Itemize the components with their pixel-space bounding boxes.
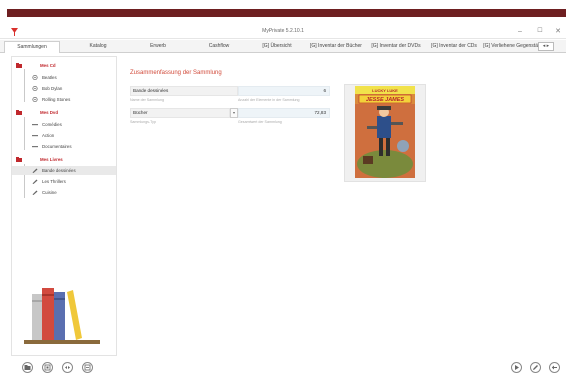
bottom-toolbar [0, 360, 566, 376]
item-count-caption: Anzahl der Elemente in der Sammlung [238, 98, 300, 102]
cd-icon [32, 86, 38, 91]
tree-group-mes-livres[interactable]: Mes Livres [12, 155, 116, 164]
tree-item-bob-dylan[interactable]: Bob Dylan [12, 84, 116, 93]
edit-button[interactable] [530, 362, 541, 373]
tab-uebersicht[interactable]: [G] Übersicht [252, 41, 302, 53]
book-icon [32, 190, 38, 195]
tree-item-label: Documentaires [42, 144, 72, 149]
tree-item-bande-dessinees[interactable]: Bande dessinées [12, 166, 116, 175]
tab-inventar-dvds[interactable]: [G] Inventar der DVDs [368, 41, 424, 53]
item-count-field: 6 [238, 86, 330, 96]
folder-icon [16, 110, 22, 115]
tree-item-comedies[interactable]: Comédies [12, 120, 116, 129]
collection-name-caption: Name der Sammlung [130, 98, 164, 102]
tree-group-label: Mes Cd [40, 63, 56, 68]
tab-bar: Sammlungen Katalog Erwerb Cashflow [G] Ü… [0, 40, 566, 53]
dvd-icon [32, 124, 38, 126]
cover-series-text: LUCKY LUKE [372, 88, 398, 93]
new-collection-button[interactable] [22, 362, 33, 373]
cd-icon [32, 75, 38, 80]
tree-item-cuisine[interactable]: Cuisine [12, 188, 116, 197]
tree-item-label: Rolling Stones [42, 97, 71, 102]
tree-item-label: Bande dessinées [42, 168, 76, 173]
tree-item-label: Les Thrillers [42, 179, 66, 184]
minimize-button[interactable]: – [513, 26, 527, 37]
tree-item-action[interactable]: Action [12, 131, 116, 140]
dvd-icon [32, 146, 38, 148]
title-bar: MyPrivate 5.2.10.1 – ☐ ✕ [0, 24, 566, 39]
tree-item-label: Bob Dylan [42, 86, 63, 91]
tree-group-label: Mes Livres [40, 157, 63, 162]
total-value-caption: Gesamtwert der Sammlung [238, 120, 282, 124]
tab-verliehene-gegenstaende[interactable]: [G] Verliehene Gegenstän [482, 41, 542, 53]
collection-type-caption: Sammlungs-Typ [130, 120, 156, 124]
tree-group-mes-dvd[interactable]: Mes Dvd [12, 108, 116, 117]
tree-group-label: Mes Dvd [40, 110, 59, 115]
close-button[interactable]: ✕ [551, 26, 565, 37]
tree-item-documentaires[interactable]: Documentaires [12, 142, 116, 151]
collection-cover-image: LUCKY LUKE JESSE JAMES [355, 86, 415, 178]
folder-icon [16, 157, 22, 162]
collection-name-field[interactable]: Bande dessinées [130, 86, 238, 96]
cd-icon [32, 97, 38, 102]
summary-title: Zusammenfassung der Sammlung [130, 70, 222, 76]
cover-title-text: JESSE JAMES [366, 97, 405, 103]
tab-scroll-arrows[interactable]: ◂ ▸ [538, 42, 554, 51]
back-button[interactable] [549, 362, 560, 373]
tab-katalog[interactable]: Katalog [74, 41, 122, 53]
tab-inventar-cds[interactable]: [G] Inventar der CDs [428, 41, 480, 53]
book-icon [32, 179, 38, 184]
tree-item-label: Beatles [42, 75, 57, 80]
total-value-field: 72,83 [238, 108, 330, 118]
tree-group-mes-cd[interactable]: Mes Cd [12, 61, 116, 70]
pencil-icon [533, 365, 538, 370]
catalog-button[interactable] [42, 362, 53, 373]
collection-summary-panel: Zusammenfassung der Sammlung Bande dessi… [118, 56, 558, 356]
dvd-icon [32, 135, 38, 137]
play-icon [515, 365, 519, 370]
tree-item-rolling-stones[interactable]: Rolling Stones [12, 95, 116, 104]
arrow-left-icon [551, 365, 557, 370]
book-icon [32, 168, 38, 173]
tree-item-label: Action [42, 133, 55, 138]
play-button[interactable] [511, 362, 522, 373]
catalog-icon [44, 364, 51, 371]
tab-inventar-buecher[interactable]: [G] Inventar der Bücher [306, 41, 366, 53]
chevron-down-icon[interactable]: ▾ [230, 108, 238, 118]
folder-icon [24, 365, 31, 370]
window-title: MyPrivate 5.2.10.1 [262, 28, 304, 34]
banner-strip [0, 9, 566, 17]
bookshelf-illustration [24, 288, 100, 344]
export-button[interactable] [82, 362, 93, 373]
link-button[interactable] [62, 362, 73, 373]
folder-icon [16, 63, 22, 68]
banner-gap [0, 0, 7, 22]
tab-cashflow[interactable]: Cashflow [194, 41, 244, 53]
maximize-button[interactable]: ☐ [533, 26, 547, 37]
tab-erwerb[interactable]: Erwerb [134, 41, 182, 53]
export-icon [84, 364, 91, 371]
tree-item-label: Cuisine [42, 190, 57, 195]
top-banner [0, 0, 566, 24]
tab-sammlungen[interactable]: Sammlungen [4, 41, 60, 53]
tree-item-les-thrillers[interactable]: Les Thrillers [12, 177, 116, 186]
tree-item-beatles[interactable]: Beatles [12, 73, 116, 82]
tree-item-label: Comédies [42, 122, 62, 127]
collection-type-select[interactable]: Bücher [130, 108, 230, 118]
link-icon [65, 366, 70, 369]
